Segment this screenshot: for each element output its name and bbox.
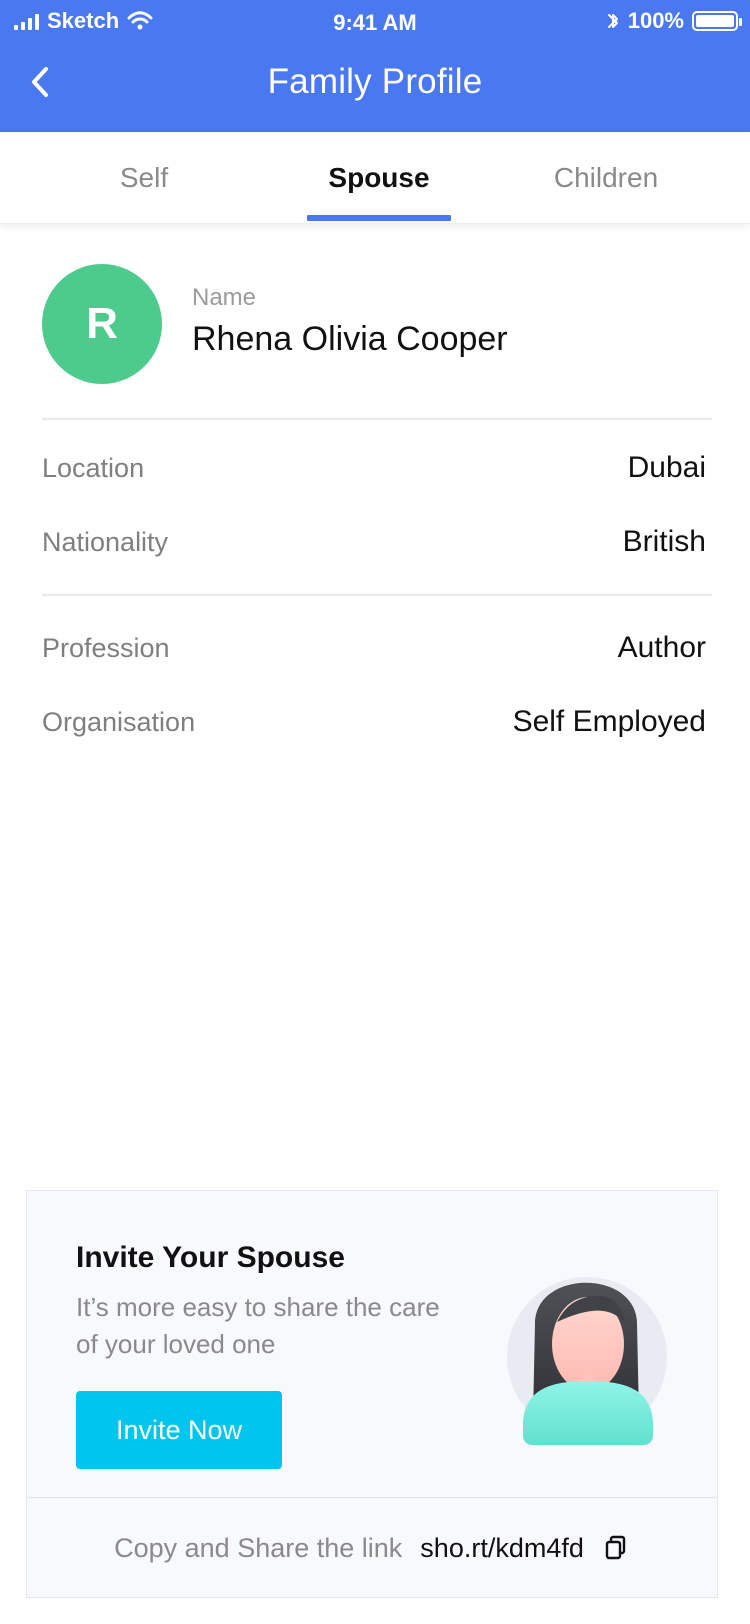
- invite-subtitle: It’s more easy to share the care of your…: [76, 1292, 440, 1359]
- nationality-row: Nationality British: [42, 514, 706, 570]
- profession-value: Author: [617, 631, 706, 664]
- battery-icon: [692, 11, 742, 31]
- tab-spouse[interactable]: Spouse: [307, 132, 451, 224]
- name-value: Rhena Olivia Cooper: [192, 320, 508, 358]
- details-divider: [42, 594, 712, 596]
- name-label: Name: [192, 284, 257, 311]
- invite-now-button[interactable]: Invite Now: [76, 1391, 282, 1469]
- share-link-section: Copy and Share the link sho.rt/kdm4fd: [27, 1497, 717, 1598]
- organisation-label: Organisation: [42, 706, 196, 737]
- invite-spouse-card: Invite Your Spouse It’s more easy to sha…: [26, 1190, 718, 1598]
- navigation-bar: Family Profile: [0, 50, 750, 120]
- bluetooth-icon: [607, 14, 618, 28]
- copy-icon: [605, 1535, 626, 1560]
- status-bar: Sketch 9:41 AM 100%: [0, 0, 750, 44]
- page-title: Family Profile: [267, 62, 483, 101]
- location-value: Dubai: [627, 451, 706, 484]
- profile-divider: [42, 418, 712, 420]
- location-row: Location Dubai: [42, 440, 706, 496]
- app-header: Sketch 9:41 AM 100% Family Profile: [0, 0, 750, 132]
- copy-link-button[interactable]: [602, 1534, 630, 1562]
- invite-title: Invite Your Spouse: [76, 1241, 345, 1274]
- organisation-value: Self Employed: [512, 705, 706, 738]
- tab-self[interactable]: Self: [62, 132, 226, 224]
- organisation-row: Organisation Self Employed: [42, 694, 706, 750]
- spouse-illustration-icon: [507, 1277, 667, 1445]
- active-tab-indicator: [307, 215, 451, 221]
- tab-children[interactable]: Children: [526, 132, 686, 224]
- profession-row: Profession Author: [42, 620, 706, 676]
- family-profile-screen: Sketch 9:41 AM 100% Family Profile Self …: [0, 0, 750, 1624]
- avatar: R: [42, 264, 162, 384]
- battery-fill: [696, 15, 734, 27]
- share-label: Copy and Share the link: [114, 1532, 403, 1563]
- share-link[interactable]: sho.rt/kdm4fd: [420, 1533, 584, 1564]
- spouse-profile-header: R Name Rhena Olivia Cooper: [0, 224, 750, 418]
- nationality-label: Nationality: [42, 526, 169, 557]
- location-label: Location: [42, 452, 145, 483]
- profession-label: Profession: [42, 632, 170, 663]
- battery-percentage: 100%: [627, 8, 684, 33]
- status-right: 100%: [606, 8, 742, 34]
- profile-tabs: Self Spouse Children: [0, 132, 750, 224]
- nationality-value: British: [622, 525, 706, 558]
